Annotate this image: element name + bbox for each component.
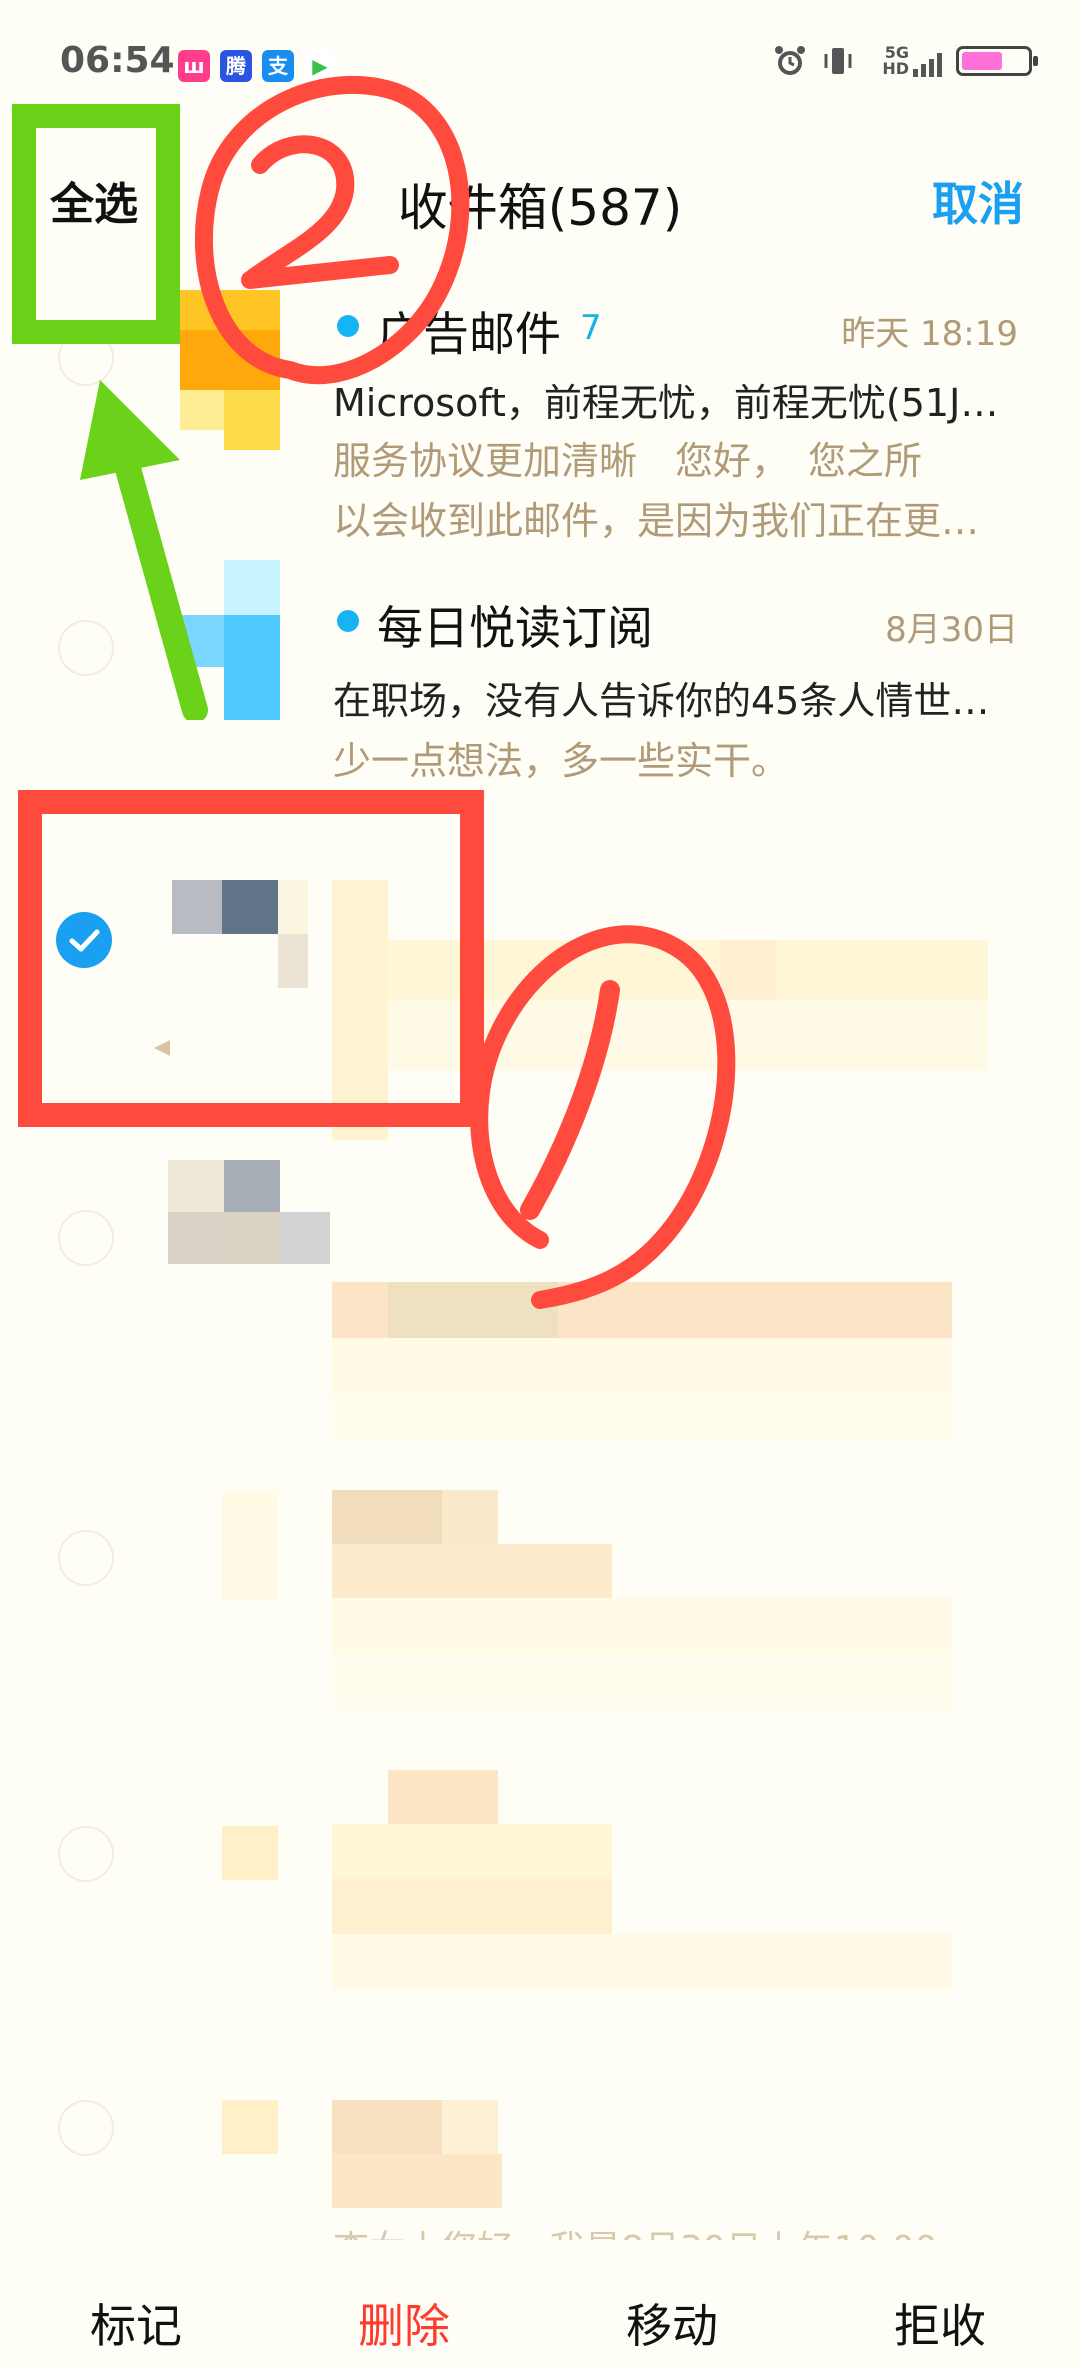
mark-button[interactable]: 标记 — [36, 2290, 236, 2356]
battery-icon — [956, 46, 1038, 76]
status-indicators: 5G HD — [773, 44, 1038, 78]
network-type: 5G HD — [882, 43, 909, 78]
sender-name: 每日悦读订阅 — [377, 601, 653, 655]
cancel-button[interactable]: 取消 — [932, 168, 1024, 234]
move-button[interactable]: 移动 — [572, 2290, 772, 2356]
vibrate-icon — [824, 48, 852, 74]
row-checkbox[interactable] — [58, 1826, 114, 1882]
reject-button[interactable]: 拒收 — [840, 2290, 1040, 2356]
annotation-red-box — [18, 790, 484, 1127]
delete-button[interactable]: 删除 — [304, 2290, 504, 2356]
email-preview-line-1: 少一点想法，多一些实干。 — [333, 739, 790, 783]
annotation-circle-2 — [194, 75, 470, 385]
email-preview-line-1: 服务协议更加清晰 您好， 您之所 — [333, 439, 923, 483]
list-item[interactable] — [0, 1490, 1080, 1770]
unread-dot — [337, 610, 359, 632]
list-item[interactable] — [0, 1770, 1080, 2050]
alarm-icon — [775, 46, 805, 75]
email-subject: 在职场，没有人告诉你的45条人情世… — [333, 679, 990, 723]
list-item[interactable]: 李女士您好，我是8月30日上午10:00 — [0, 2080, 1080, 2260]
battery-level — [962, 52, 1002, 70]
annotation-circle-1 — [470, 925, 736, 1309]
email-date: 昨天 18:19 — [841, 314, 1018, 354]
annotation-green-arrow — [80, 380, 208, 720]
annotation-green-box — [12, 104, 180, 344]
signal-icon — [913, 53, 942, 77]
row-checkbox[interactable] — [58, 1530, 114, 1586]
email-preview-line-2: 以会收到此邮件，是因为我们正在更… — [333, 499, 980, 543]
thread-count: 7 — [580, 308, 602, 348]
row-checkbox[interactable] — [58, 2100, 114, 2156]
row-checkbox[interactable] — [58, 1210, 114, 1266]
email-date: 8月30日 — [885, 610, 1018, 650]
status-time: 06:54 — [60, 40, 175, 81]
network-indicator: 5G HD — [869, 45, 942, 77]
